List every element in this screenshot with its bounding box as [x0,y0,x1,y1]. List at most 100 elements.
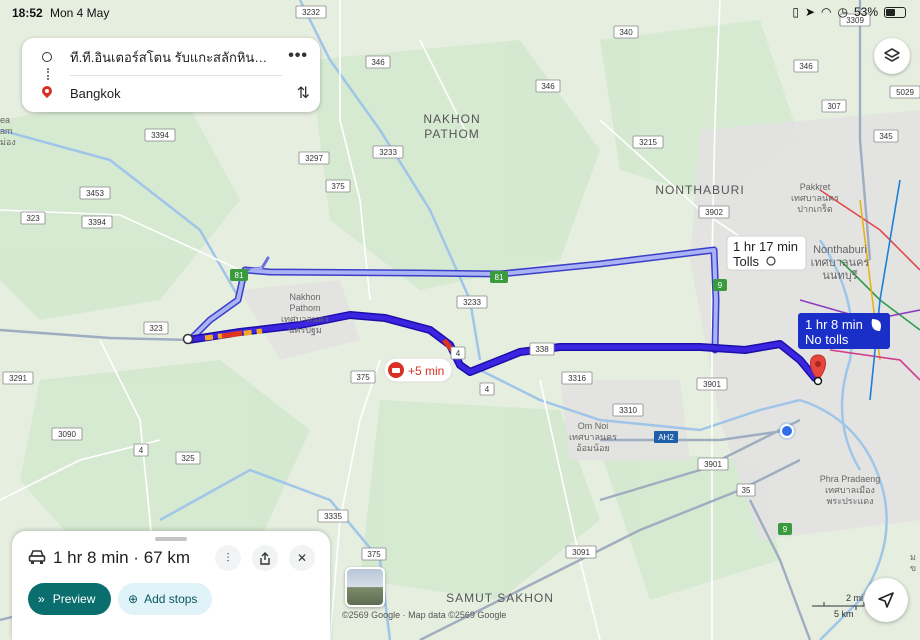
car-icon [28,550,46,564]
road-shield-label: 345 [879,132,893,141]
layers-icon [884,48,900,62]
road-shield-3090: 3090 [51,427,83,441]
road-shield-340: 340 [613,25,639,39]
origin-marker[interactable] [182,333,194,345]
road-shield-3453: 3453 [79,186,111,200]
share-button[interactable] [252,545,278,571]
road-shield-label: 346 [541,82,555,91]
orientation-lock-icon: ▯ [792,5,799,19]
road-shield-label: 4 [456,349,461,358]
add-stops-label: Add stops [144,592,198,606]
road-shield-label: 3335 [324,512,342,521]
directions-card: ที.ที.อินเตอร์สโตน รับแกะสลักหินอ่อน หิน… [22,38,320,112]
road-shield-label: 3297 [305,154,323,163]
map-scale: 2 mi 5 km [812,593,865,619]
road-shield-9: 9 [713,279,727,291]
road-shield-label: 5029 [896,88,914,97]
road-shield-label: 3901 [704,460,722,469]
road-shield-3335: 3335 [317,509,349,523]
road-shield-label: 4 [485,385,490,394]
road-shield-label: 375 [331,182,345,191]
road-shield-label: 346 [799,62,813,71]
road-shield-345: 345 [873,129,899,143]
status-bar: 18:52 Mon 4 May ▯ ➤ ◠ ◷ 53% [0,0,920,24]
road-shield-3316: 3316 [561,371,593,385]
sheet-drag-handle[interactable] [155,537,187,541]
road-shield-label: 3090 [58,430,76,439]
destination-row[interactable]: Bangkok [22,80,320,106]
wifi-icon: ◠ [821,5,832,19]
start-navigation-button[interactable] [864,578,908,622]
road-shield-label: 340 [619,28,633,37]
share-icon [260,551,270,565]
road-shield-81: 81 [230,269,248,281]
traffic-delay-chip[interactable]: +5 min [383,357,453,383]
road-shield-label: 3453 [86,189,104,198]
road-shield-label: 81 [495,273,504,282]
road-shield-label: 323 [149,324,163,333]
destination-pin-icon [42,86,52,100]
svg-text:+5 min: +5 min [408,364,444,378]
road-shield-4: 4 [450,346,466,360]
tune-icon: ⫶ [226,550,230,565]
road-shield-375: 375 [350,370,376,384]
road-shield-label: 35 [742,486,751,495]
close-button[interactable]: ✕ [289,545,315,571]
field-divider [70,75,282,76]
destination-field[interactable]: Bangkok [70,86,270,101]
road-shield-label: 325 [181,454,195,463]
route-label-no-tolls[interactable]: 1 hr 8 min No tolls [798,313,890,349]
road-shield-label: 3291 [9,374,27,383]
road-shield-label: 3091 [572,548,590,557]
street-view-thumbnail[interactable] [345,567,385,607]
preview-button[interactable]: » Preview [28,583,111,615]
road-shield-label: 9 [718,281,723,290]
route-options-button[interactable]: ⫶ [215,545,241,571]
map-copyright: ©2569 Google · Map data ©2569 Google [342,610,507,620]
road-shield-375: 375 [361,547,387,561]
road-shield-label: 375 [367,550,381,559]
origin-circle-icon [42,52,52,62]
route-summary: 1 hr 8 min · 67 km [53,548,190,567]
label-phra-pradaeng: Phra Pradaeng เทศบาลเมืองพระประแดง [820,474,881,506]
battery-icon [884,6,906,18]
road-shield-label: 3316 [568,374,586,383]
road-shield-label: 338 [535,345,549,354]
road-shield-label: 3233 [379,148,397,157]
svg-text:No tolls: No tolls [805,332,849,347]
road-shield-3297: 3297 [298,151,330,165]
road-shield-323: 323 [20,211,46,225]
layers-button[interactable] [874,38,910,74]
road-shield-label: 3233 [463,298,481,307]
battery-percent: 53% [853,5,878,19]
road-shield-307: 307 [821,99,847,113]
label-east-edge: มข [910,552,916,573]
road-shield-3901: 3901 [697,457,729,471]
road-shield-3215: 3215 [632,135,664,149]
road-shield-label: AH2 [658,433,674,442]
add-location-icon: ⊕ [128,592,139,606]
origin-row[interactable]: ที.ที.อินเตอร์สโตน รับแกะสลักหินอ่อน หิน… [22,44,320,70]
road-shield-3091: 3091 [565,545,597,559]
more-vert-icon[interactable]: ••• [288,47,308,65]
close-icon: ✕ [296,551,308,565]
status-icons: ▯ ➤ ◠ ◷ 53% [792,5,906,19]
alarm-icon: ◷ [837,5,848,19]
road-shield-3902: 3902 [698,205,730,219]
svg-text:5 km: 5 km [834,609,854,619]
route-label-tolls[interactable]: 1 hr 17 min Tolls [726,235,807,271]
road-shield-375: 375 [325,179,351,193]
road-shield-label: 346 [371,58,385,67]
current-location-dot [780,424,794,438]
road-shield-9: 9 [778,523,792,535]
road-shield-346: 346 [365,55,391,69]
route-connector [47,68,49,80]
road-shield-label: 81 [235,271,244,280]
double-chevron-icon: » [38,592,45,606]
origin-field[interactable]: ที.ที.อินเตอร์สโตน รับแกะสลักหินอ่อน หิน… [70,47,270,68]
road-shield-label: 323 [26,214,40,223]
navigation-arrow-icon [878,592,894,608]
swap-vertical-icon[interactable]: ⇅ [297,83,310,103]
label-nonthaburi-region: NONTHABURI [655,183,744,197]
add-stops-button[interactable]: ⊕ Add stops [118,583,212,615]
